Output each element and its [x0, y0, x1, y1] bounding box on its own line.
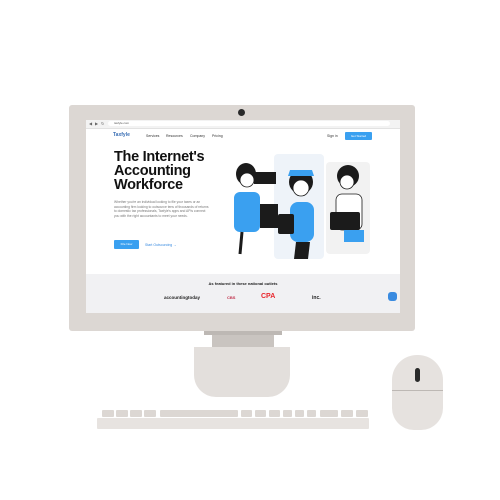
keyboard-base	[97, 418, 369, 429]
nav-pricing[interactable]: Pricing	[212, 134, 223, 138]
person-left-figure	[234, 163, 278, 255]
keyboard-spacebar[interactable]	[160, 410, 238, 417]
address-bar[interactable]: taxfyle.com	[108, 121, 390, 126]
keyboard-key[interactable]	[102, 410, 114, 417]
monitor-stand	[194, 347, 290, 397]
featured-outlets-section: As featured in these national outlets ac…	[86, 274, 400, 313]
featured-title: As featured in these national outlets	[208, 281, 278, 286]
mouse	[392, 355, 443, 430]
mouse-scroll-wheel[interactable]	[415, 368, 420, 382]
keyboard-key[interactable]	[144, 410, 156, 417]
keyboard-keys	[102, 410, 368, 417]
site-navigation: Taxfyle Services Resources Company Prici…	[86, 129, 400, 145]
keyboard-key[interactable]	[341, 410, 353, 417]
sign-in-link[interactable]: Sign in	[327, 134, 338, 138]
hero-title: The Internet's Accounting Workforce	[114, 149, 205, 193]
reload-icon[interactable]: ↻	[101, 121, 104, 126]
outlet-cbs-logo: CBS	[227, 295, 236, 300]
get-started-button[interactable]: Get Started	[345, 132, 372, 140]
keyboard-key[interactable]	[356, 410, 368, 417]
keyboard-key[interactable]	[295, 410, 304, 417]
site-logo[interactable]: Taxfyle	[113, 132, 130, 138]
keyboard-key[interactable]	[307, 410, 316, 417]
keyboard-key[interactable]	[255, 410, 266, 417]
nav-services[interactable]: Services	[146, 134, 159, 138]
arrow-left-icon[interactable]: ◀	[89, 121, 92, 126]
webcam-icon	[238, 109, 245, 116]
file-now-button[interactable]: File Now	[114, 240, 139, 249]
hero-description: Whether you're an individual looking to …	[114, 200, 209, 218]
keyboard-key[interactable]	[241, 410, 252, 417]
nav-company[interactable]: Company	[190, 134, 205, 138]
arrow-right-icon[interactable]: ▶	[95, 121, 98, 126]
start-outsourcing-link[interactable]: Start Outsourcing →	[145, 243, 177, 247]
keyboard-key[interactable]	[283, 410, 292, 417]
outlet-inc-logo: inc.	[312, 295, 321, 301]
keyboard-key[interactable]	[320, 410, 338, 417]
keyboard-key[interactable]	[116, 410, 128, 417]
screen: ◀ ▶ ↻ taxfyle.com Taxfyle Services Resou…	[86, 120, 400, 313]
chat-icon[interactable]	[388, 292, 397, 301]
keyboard-key[interactable]	[130, 410, 142, 417]
outlet-accountingtoday-logo: accountingtoday	[164, 295, 201, 300]
monitor-neck-shadow	[204, 331, 282, 335]
hero-illustration	[234, 154, 370, 259]
nav-resources[interactable]: Resources	[166, 134, 183, 138]
keyboard-key[interactable]	[269, 410, 280, 417]
outlet-cpa-logo: CPA	[261, 293, 276, 300]
monitor: ◀ ▶ ↻ taxfyle.com Taxfyle Services Resou…	[69, 105, 415, 331]
mouse-button-divider	[392, 390, 443, 391]
browser-toolbar: ◀ ▶ ↻ taxfyle.com	[86, 120, 400, 129]
